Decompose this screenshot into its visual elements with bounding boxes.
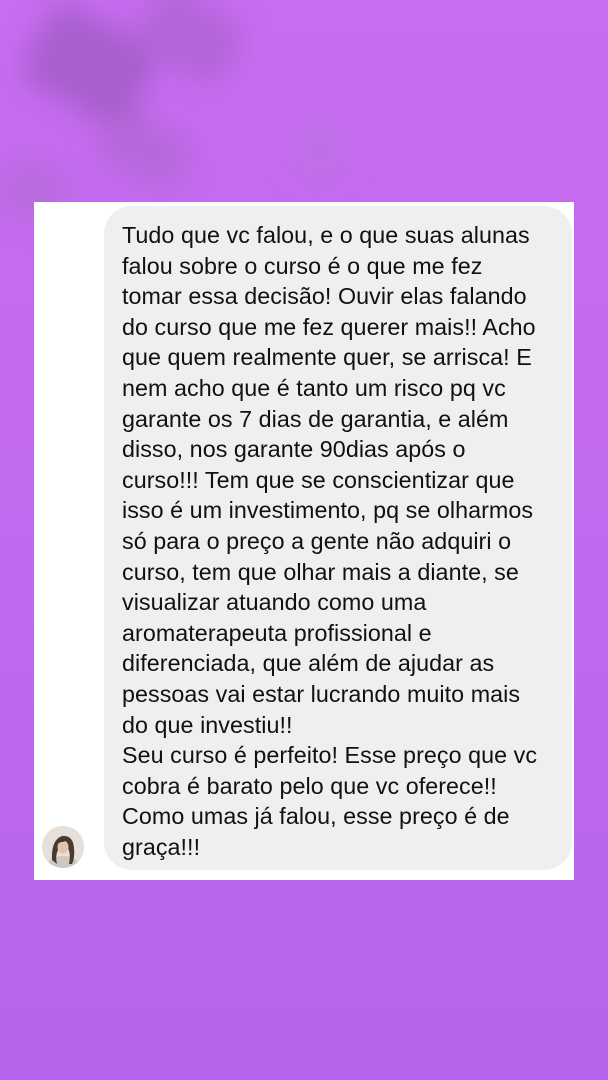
message-line: pessoas vai estar lucrando muito mais: [122, 680, 521, 707]
background-blur-shape: [91, 103, 199, 197]
message-screenshot-card: Tudo que vc falou, e o que suas alunas f…: [34, 202, 574, 880]
message-line: falou sobre o curso é o que me fez: [122, 252, 483, 279]
background-blur-shape: [277, 107, 363, 193]
background-blur-shape: [128, 0, 252, 93]
message-line: diferenciada, que além de ajudar as: [122, 650, 495, 677]
message-line: curso!!! Tem que se conscientizar que: [122, 466, 515, 493]
message-line: curso, tem que olhar mais a diante, se: [122, 558, 519, 585]
message-bubble[interactable]: Tudo que vc falou, e o que suas alunas f…: [104, 206, 572, 870]
message-line: visualizar atuando como uma: [122, 589, 427, 616]
message-line: garante os 7 dias de garantia, e além: [122, 405, 509, 432]
message-line: Tudo que vc falou, e o que suas alunas: [122, 222, 530, 248]
message-line: do que investiu!!: [122, 711, 293, 738]
message-line: graça!!!: [122, 833, 201, 860]
message-line: tomar essa decisão! Ouvir elas falando: [122, 283, 527, 310]
message-line: Como umas já falou, esse preço é de: [122, 803, 510, 830]
message-line: Seu curso é perfeito! Esse preço que vc: [122, 742, 538, 769]
message-line: do curso que me fez querer mais!! Acho: [122, 313, 536, 340]
message-line: disso, nos garante 90dias após o: [122, 436, 466, 463]
user-avatar-icon: [42, 826, 84, 868]
message-line: nem acho que é tanto um risco pq vc: [122, 374, 506, 401]
message-line: aromaterapeuta profissional e: [122, 619, 432, 646]
sender-avatar[interactable]: [42, 826, 84, 868]
background-blur-shape: [15, 0, 165, 133]
message-line: cobra é barato pelo que vc oferece!!: [122, 772, 497, 799]
message-line: isso é um investimento, pq se olharmos: [122, 497, 534, 524]
message-line: só para o preço a gente não adquiri o: [122, 527, 512, 554]
message-text: Tudo que vc falou, e o que suas alunas f…: [122, 220, 556, 862]
message-line: que quem realmente quer, se arrisca! E: [122, 344, 532, 371]
